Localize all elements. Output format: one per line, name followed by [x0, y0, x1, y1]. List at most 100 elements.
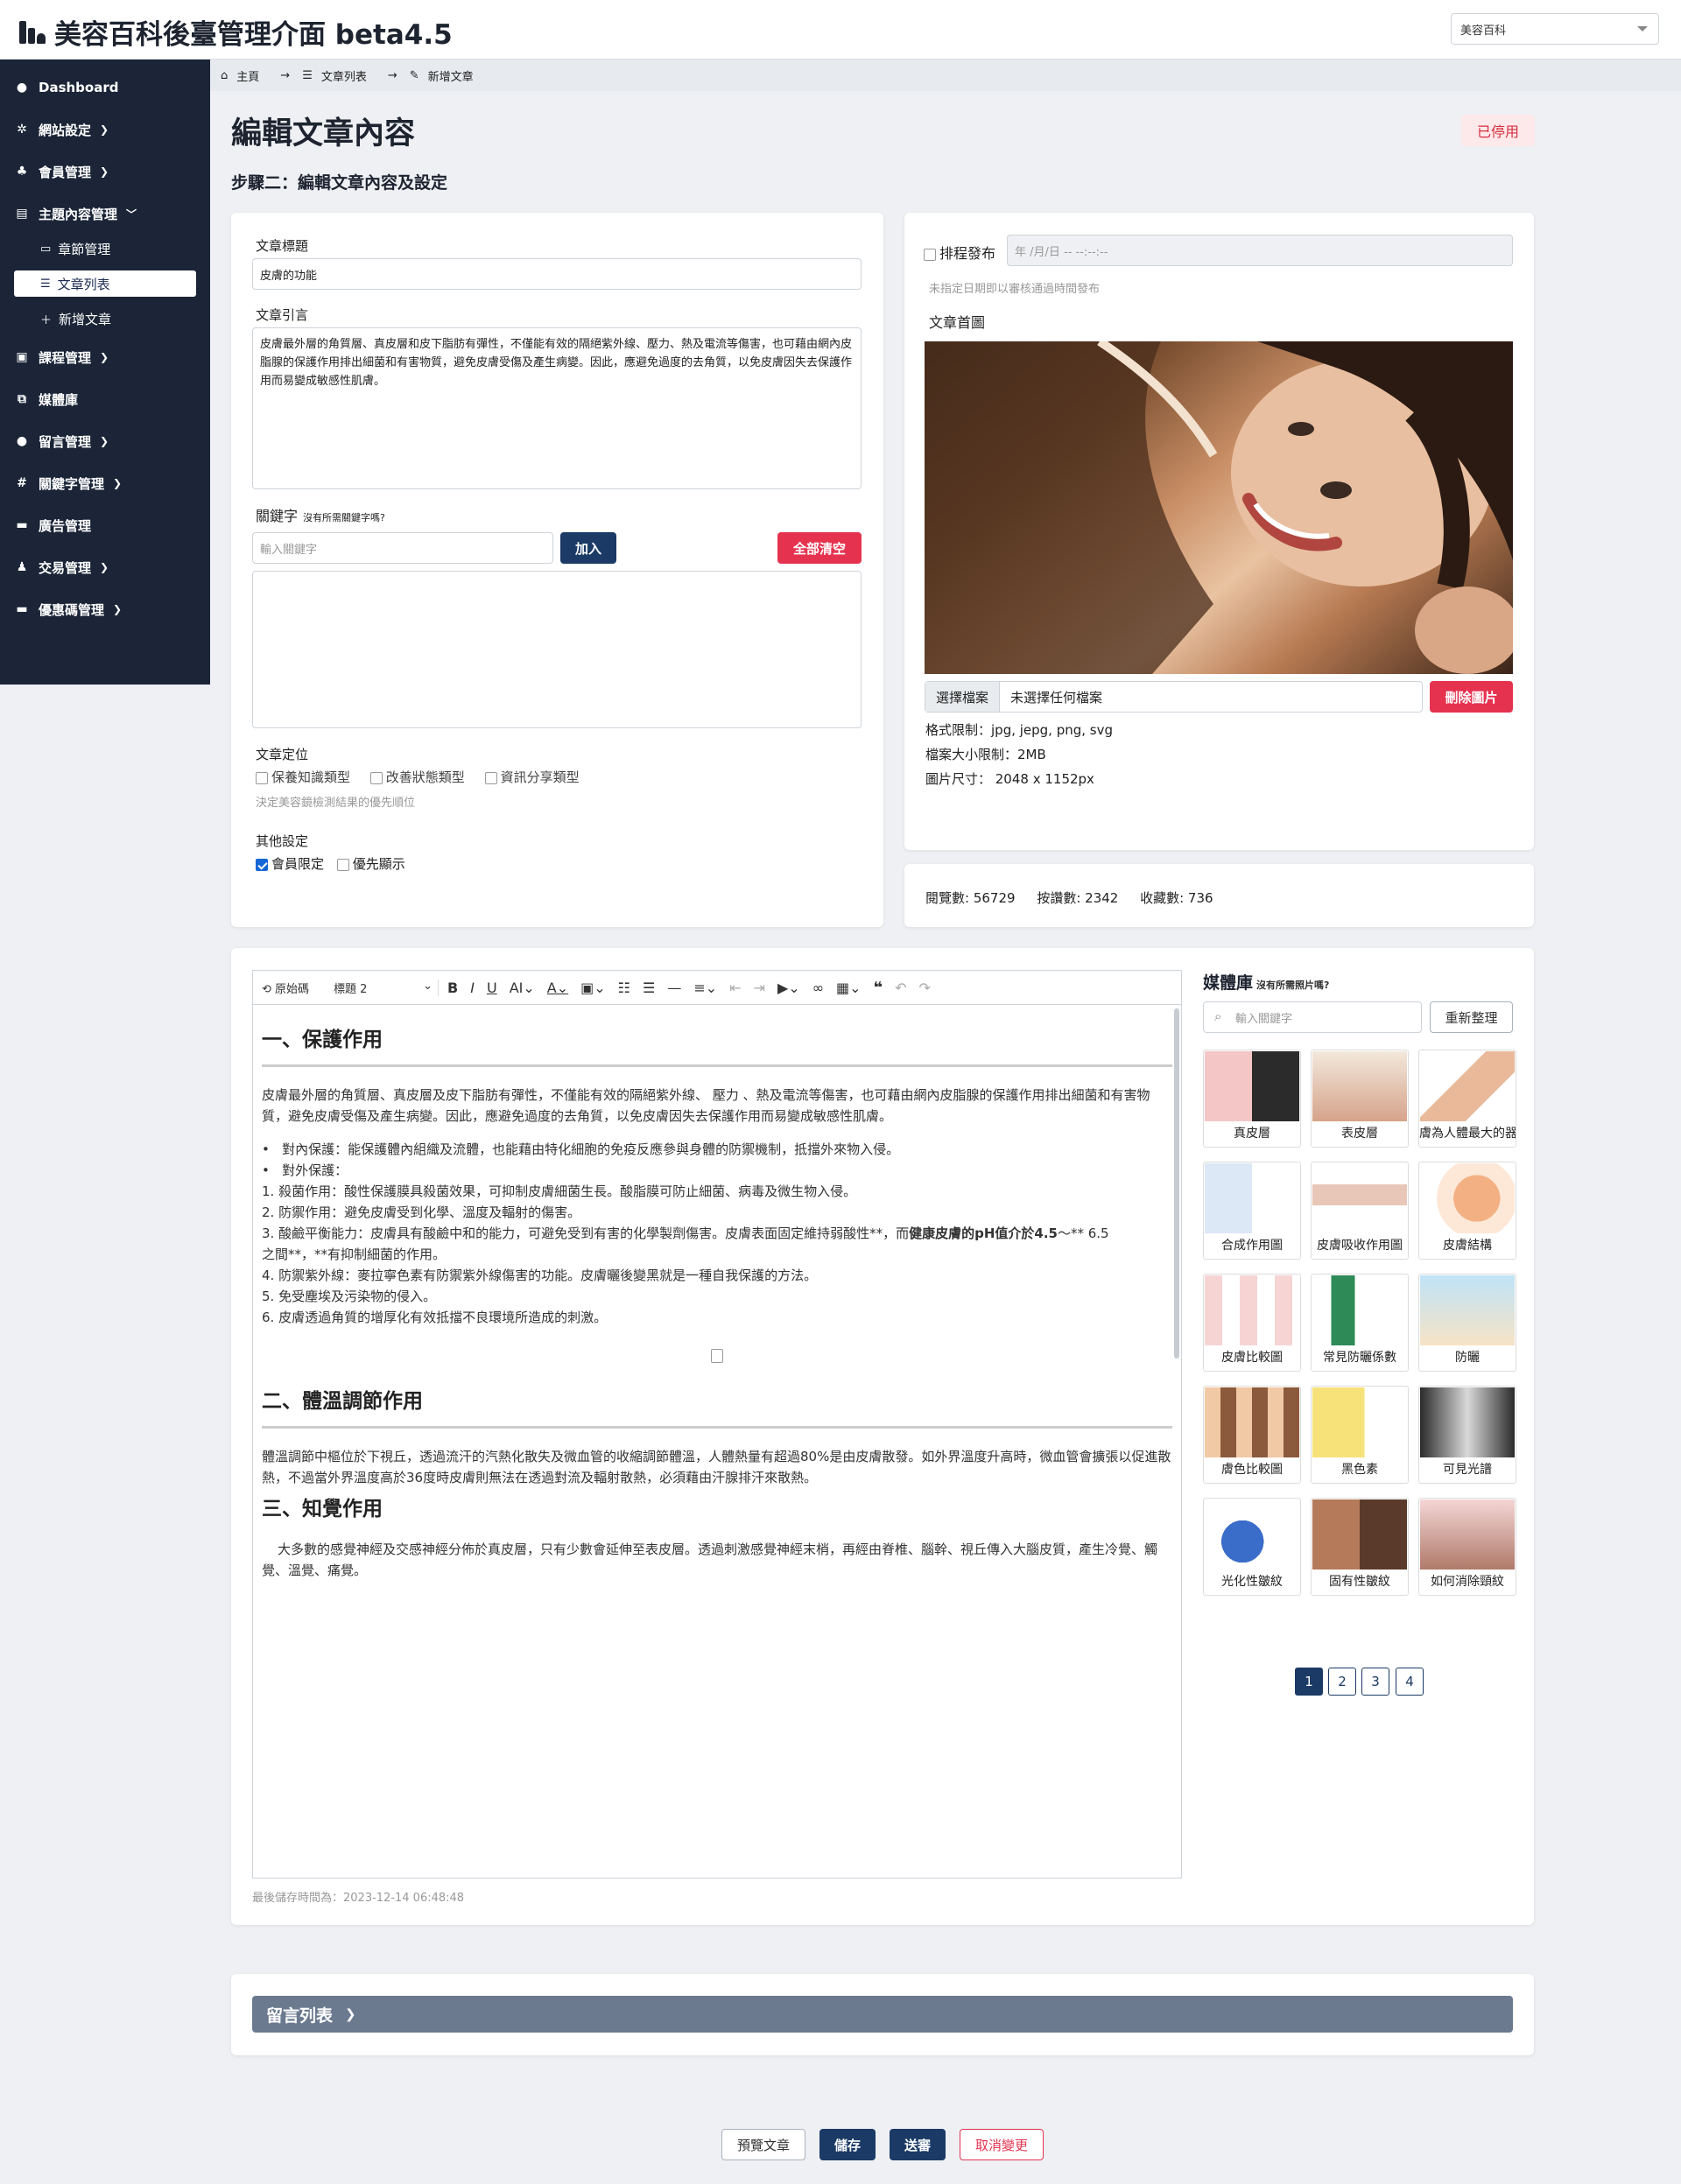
thumbnail-caption: 固有性皺紋: [1329, 1575, 1390, 1589]
choose-file-button[interactable]: 選擇檔案: [925, 682, 1001, 712]
list-item: 6. 皮膚透過角質的增厚化有效抵擋不良環境所造成的刺激。: [262, 1310, 608, 1325]
font-color-icon[interactable]: A⌄: [547, 980, 568, 996]
file-input[interactable]: 選擇檔案 未選擇任何檔案: [925, 681, 1423, 713]
media-thumbnail[interactable]: 可見光譜: [1418, 1386, 1516, 1484]
home-icon: ⌂: [221, 68, 229, 82]
last-saved-time: 最後儲存時間為：2023-12-14 06:48:48: [252, 1892, 465, 1905]
media-embed-icon[interactable]: ▶⌄: [777, 980, 800, 996]
title-label: 文章標題: [256, 238, 309, 254]
media-thumbnail[interactable]: 黑色素: [1311, 1386, 1409, 1484]
media-thumbnail[interactable]: 常見防曬係數: [1311, 1274, 1409, 1372]
status-badge: 已停用: [1461, 115, 1535, 146]
media-thumbnail[interactable]: 防曬: [1418, 1274, 1516, 1372]
thumbnail-image: [1420, 1163, 1515, 1233]
rich-text-editor[interactable]: 一、保護作用 皮膚最外層的角質層、真皮層及皮下脂肪有彈性，不僅能有效的隔絕紫外線…: [252, 1004, 1182, 1879]
page-2-button[interactable]: 2: [1328, 1668, 1356, 1696]
media-thumbnail[interactable]: 如何消除頸紋: [1418, 1498, 1516, 1596]
align-icon[interactable]: ≡⌄: [693, 980, 717, 996]
chevron-right-icon: ❯: [113, 603, 123, 615]
page-3-button[interactable]: 3: [1361, 1668, 1389, 1696]
italic-icon[interactable]: I: [470, 980, 475, 996]
undo-icon[interactable]: ↶: [895, 980, 906, 996]
arrow-right-icon: →: [280, 68, 291, 82]
position-option-info[interactable]: 資訊分享類型: [484, 769, 580, 785]
editor-scrollbar[interactable]: [1174, 1008, 1179, 1359]
media-thumbnail[interactable]: 表皮層: [1311, 1050, 1409, 1148]
sidebar-item-new-article[interactable]: ＋新增文章: [14, 305, 196, 332]
clear-all-button[interactable]: 全部清空: [777, 532, 862, 564]
sidebar-item-article-list[interactable]: ☰ 文章列表: [14, 270, 196, 297]
refresh-button[interactable]: 重新整理: [1430, 1001, 1513, 1033]
member-only-checkbox[interactable]: 會員限定: [256, 856, 324, 872]
breadcrumb-list[interactable]: 文章列表: [321, 67, 367, 84]
bold-icon[interactable]: B: [447, 980, 458, 996]
media-hint[interactable]: 沒有所需照片嗎?: [1256, 980, 1329, 991]
underline-icon[interactable]: U: [487, 980, 497, 996]
highlight-icon[interactable]: ▣⌄: [580, 980, 606, 996]
keyword-input[interactable]: 輸入關鍵字: [252, 532, 553, 564]
preview-button[interactable]: 預覽文章: [721, 2129, 805, 2160]
quote-icon[interactable]: ❝: [874, 979, 883, 997]
add-keyword-button[interactable]: 加入: [560, 532, 616, 564]
delete-image-button[interactable]: 刪除圖片: [1430, 681, 1513, 713]
intro-textarea[interactable]: 皮膚最外層的角質層、真皮層和皮下脂肪有彈性，不僅能有效的隔絕紫外線、壓力、熱及電…: [252, 327, 862, 489]
thumbnail-caption: 皮膚吸收作用圖: [1317, 1239, 1403, 1253]
media-thumbnail[interactable]: 光化性皺紋: [1203, 1498, 1301, 1596]
font-size-icon[interactable]: AI⌄: [510, 980, 535, 996]
list-item: 4. 防禦紫外線：麥拉寧色素有防禦紫外線傷害的功能。皮膚曬後變黑就是一種自我保護…: [262, 1268, 818, 1283]
schedule-datetime-input[interactable]: 年 /月/日 -- --:--:--: [1007, 235, 1513, 266]
breadcrumb-home[interactable]: 主頁: [236, 67, 259, 84]
page-4-button[interactable]: 4: [1396, 1668, 1424, 1696]
sidebar-item-content[interactable]: ▤ 主題內容管理 ﹀: [0, 194, 210, 233]
sidebar-item-members[interactable]: ♣ 會員管理 ❯: [0, 152, 210, 191]
sidebar-item-courses[interactable]: ▣ 課程管理 ❯: [0, 338, 210, 376]
schedule-checkbox[interactable]: 排程發布: [924, 242, 995, 263]
media-thumbnail[interactable]: 皮膚吸收作用圖: [1311, 1162, 1409, 1260]
keyword-hint[interactable]: 沒有所需關鍵字嗎?: [303, 512, 385, 523]
sidebar-item-coupons[interactable]: ▬ 優惠碼管理 ❯: [0, 590, 210, 629]
indent-icon[interactable]: ⇥: [754, 980, 765, 996]
sidebar-item-ads[interactable]: ▬ 廣告管理: [0, 506, 210, 544]
position-hint: 決定美容鏡檢測結果的優先順位: [256, 797, 416, 810]
keyword-tags-box[interactable]: [252, 571, 862, 728]
table-icon[interactable]: ▦⌄: [836, 980, 862, 996]
priority-checkbox[interactable]: 優先顯示: [336, 856, 405, 872]
title-input[interactable]: 皮膚的功能: [252, 258, 862, 290]
redo-icon[interactable]: ↷: [919, 980, 931, 996]
ticket-icon: ▬: [16, 602, 28, 616]
position-option-care[interactable]: 保養知識類型: [256, 769, 350, 785]
thumbnail-image: [1312, 1499, 1407, 1570]
media-thumbnail[interactable]: 皮膚結構: [1418, 1162, 1516, 1260]
source-code-button[interactable]: ⟲ 原始碼: [262, 980, 321, 996]
submit-button[interactable]: 送審: [890, 2129, 946, 2160]
sidebar-item-site-settings[interactable]: ✲ 網站設定 ❯: [0, 110, 210, 149]
link-icon[interactable]: ∞: [812, 980, 824, 996]
horizontal-line-icon[interactable]: —: [667, 980, 681, 996]
position-option-improve[interactable]: 改善狀態類型: [369, 769, 465, 785]
page-1-button[interactable]: 1: [1295, 1668, 1323, 1696]
comments-toggle[interactable]: 留言列表 ❯: [252, 1996, 1513, 2033]
sidebar-item-keywords[interactable]: # 關鍵字管理 ❯: [0, 464, 210, 502]
thumbnail-image: [1312, 1275, 1407, 1345]
numbered-list-icon[interactable]: ☰: [643, 980, 655, 996]
media-thumbnail[interactable]: 膚為人體最大的器: [1418, 1050, 1516, 1148]
media-search-input[interactable]: ⌕ 輸入關鍵字: [1203, 1001, 1422, 1033]
site-select[interactable]: 美容百科: [1451, 13, 1659, 45]
sidebar-item-transactions[interactable]: ♟ 交易管理 ❯: [0, 548, 210, 586]
sidebar-item-comments[interactable]: ● 留言管理 ❯: [0, 422, 210, 460]
media-thumbnail[interactable]: 合成作用圖: [1203, 1162, 1301, 1260]
media-thumbnail[interactable]: 皮膚比較圖: [1203, 1274, 1301, 1372]
save-button[interactable]: 儲存: [819, 2129, 876, 2160]
cancel-button[interactable]: 取消變更: [960, 2129, 1044, 2160]
app-brand[interactable]: 美容百科後臺管理介面 beta4.5: [19, 12, 453, 52]
sidebar-item-dashboard[interactable]: ● Dashboard: [0, 68, 210, 107]
media-thumbnail[interactable]: 固有性皺紋: [1311, 1498, 1409, 1596]
sidebar-item-chapters[interactable]: ▭ 章節管理: [14, 235, 196, 262]
position-options: 保養知識類型 改善狀態類型 資訊分享類型: [256, 768, 580, 786]
bullet-list-icon[interactable]: ☷: [618, 980, 630, 996]
sidebar-item-media[interactable]: ⧉ 媒體庫: [0, 380, 210, 418]
media-thumbnail[interactable]: 真皮層: [1203, 1050, 1301, 1148]
outdent-icon[interactable]: ⇤: [729, 980, 741, 996]
heading-select[interactable]: 標題 2 ⌄: [334, 979, 440, 996]
media-thumbnail[interactable]: 膚色比較圖: [1203, 1386, 1301, 1484]
